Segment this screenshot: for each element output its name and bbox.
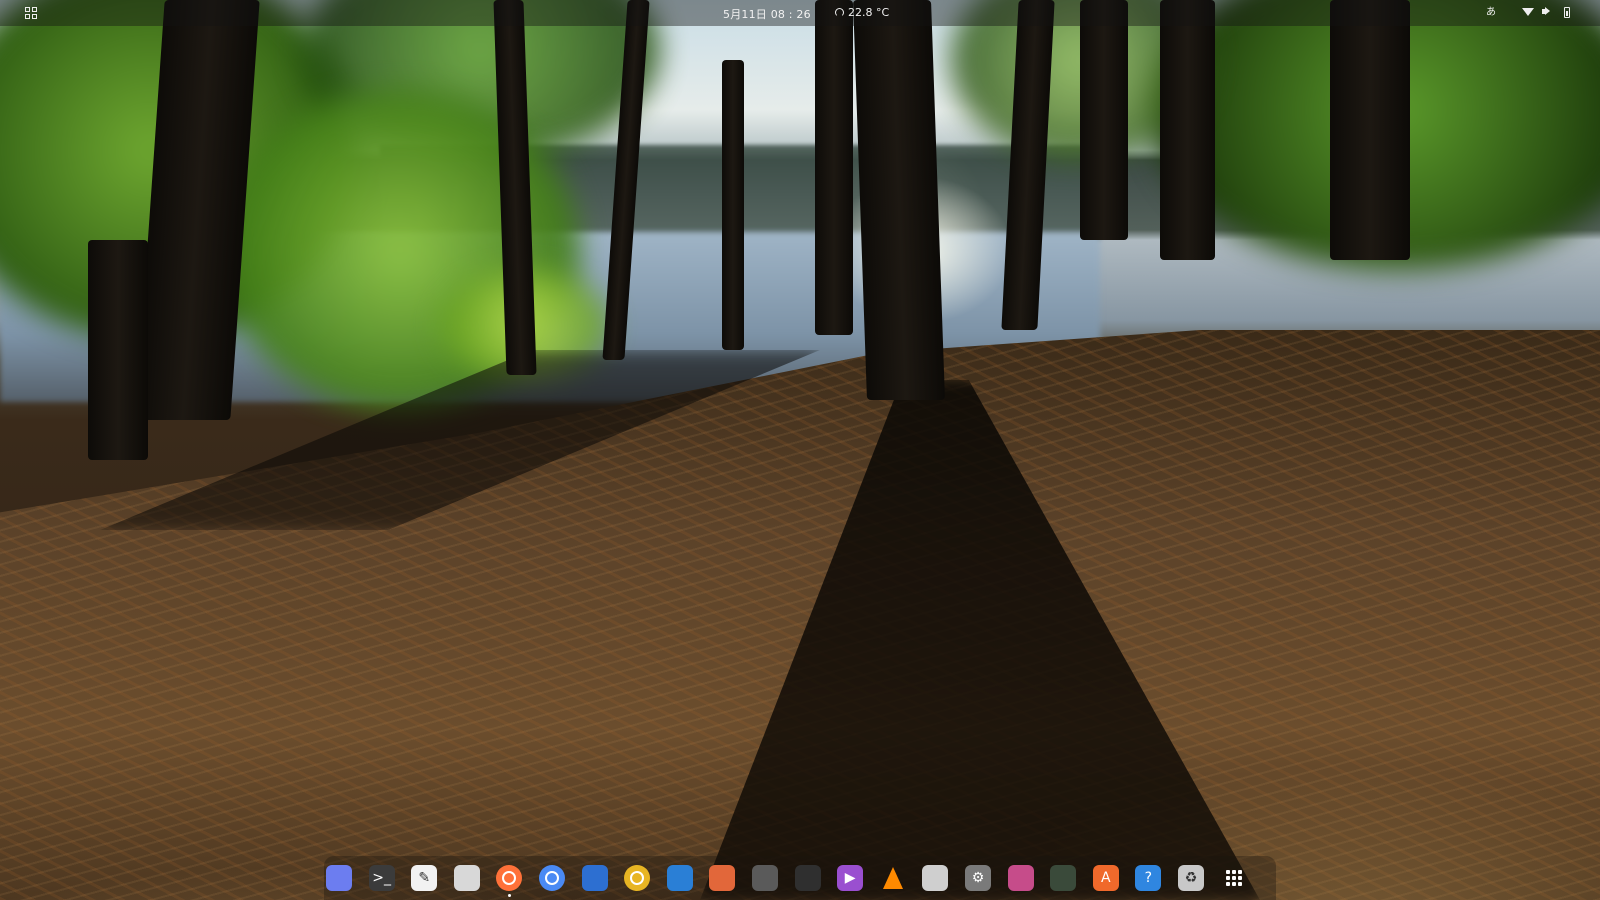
desktop-wallpaper: [0, 0, 1600, 900]
tree-trunk: [722, 60, 744, 350]
tree-trunk: [1080, 0, 1128, 240]
help-icon: ?: [1144, 870, 1153, 886]
software-center-launcher[interactable]: A: [1092, 865, 1119, 891]
tree-trunk: [815, 0, 853, 335]
text-editor-icon: ✎: [418, 870, 431, 886]
activities-button[interactable]: [25, 7, 37, 19]
extensions-launcher[interactable]: [1050, 865, 1077, 891]
screen-recorder-launcher[interactable]: [752, 865, 778, 891]
show-applications-launcher[interactable]: [1221, 865, 1247, 891]
tree-trunk: [853, 0, 945, 400]
settings-launcher[interactable]: ⚙: [965, 865, 991, 891]
impress-launcher[interactable]: [709, 865, 736, 891]
apps-grid-icon: [25, 7, 30, 12]
firefox-icon: [502, 871, 517, 885]
vlc-launcher[interactable]: [880, 865, 906, 891]
help-launcher[interactable]: ?: [1135, 865, 1162, 891]
input-method-indicator[interactable]: あ: [1486, 4, 1496, 22]
running-indicator: [508, 894, 512, 897]
text-editor-launcher[interactable]: ✎: [411, 865, 438, 891]
writer-launcher[interactable]: [666, 865, 693, 891]
screenshot-tool-launcher[interactable]: [326, 865, 352, 891]
inkscape-launcher[interactable]: [794, 865, 821, 891]
image-viewer-launcher[interactable]: [922, 865, 949, 891]
apps-grid-icon: [25, 14, 30, 19]
wifi-icon[interactable]: [1522, 8, 1534, 16]
files-launcher[interactable]: [453, 865, 480, 891]
volume-icon[interactable]: [1542, 9, 1546, 14]
rhythmbox-launcher[interactable]: [624, 865, 651, 891]
apps-grid-icon: [32, 14, 37, 19]
video-player-launcher[interactable]: ▶: [837, 865, 864, 891]
weather-indicator[interactable]: 22.8 °C: [835, 6, 889, 19]
trash-launcher[interactable]: ♻: [1178, 865, 1204, 891]
music-icon: [630, 871, 645, 885]
vlc-cone-icon: [882, 867, 903, 889]
app-store-icon: A: [1101, 870, 1111, 886]
chromium-icon: [545, 871, 559, 885]
terminal-icon: >_: [372, 870, 391, 886]
dock: >_ ✎ ▶ ⚙ A? ♻: [324, 856, 1276, 900]
tree-trunk: [88, 240, 148, 460]
trash-icon: ♻: [1184, 870, 1198, 886]
clock-date-button[interactable]: 5月11日 08 : 26: [723, 6, 811, 22]
play-icon: ▶: [844, 870, 856, 886]
chromium-launcher[interactable]: [539, 865, 565, 891]
firefox-launcher[interactable]: [496, 865, 523, 897]
temperature-label: 22.8 °C: [848, 6, 890, 19]
tweaks-launcher[interactable]: [1007, 865, 1034, 891]
apps-grid-icon: [32, 7, 37, 12]
thunderbird-launcher[interactable]: [581, 865, 608, 891]
tree-trunk: [1160, 0, 1215, 260]
apps-grid-icon: [1225, 870, 1242, 886]
top-bar: 5月11日 08 : 26 22.8 °C あ: [0, 0, 1600, 26]
battery-icon[interactable]: [1564, 7, 1570, 18]
gear-icon: ⚙: [971, 870, 985, 886]
weather-cloud-icon: [835, 8, 844, 17]
tree-trunk: [1330, 0, 1410, 260]
terminal-launcher[interactable]: >_: [368, 865, 395, 891]
